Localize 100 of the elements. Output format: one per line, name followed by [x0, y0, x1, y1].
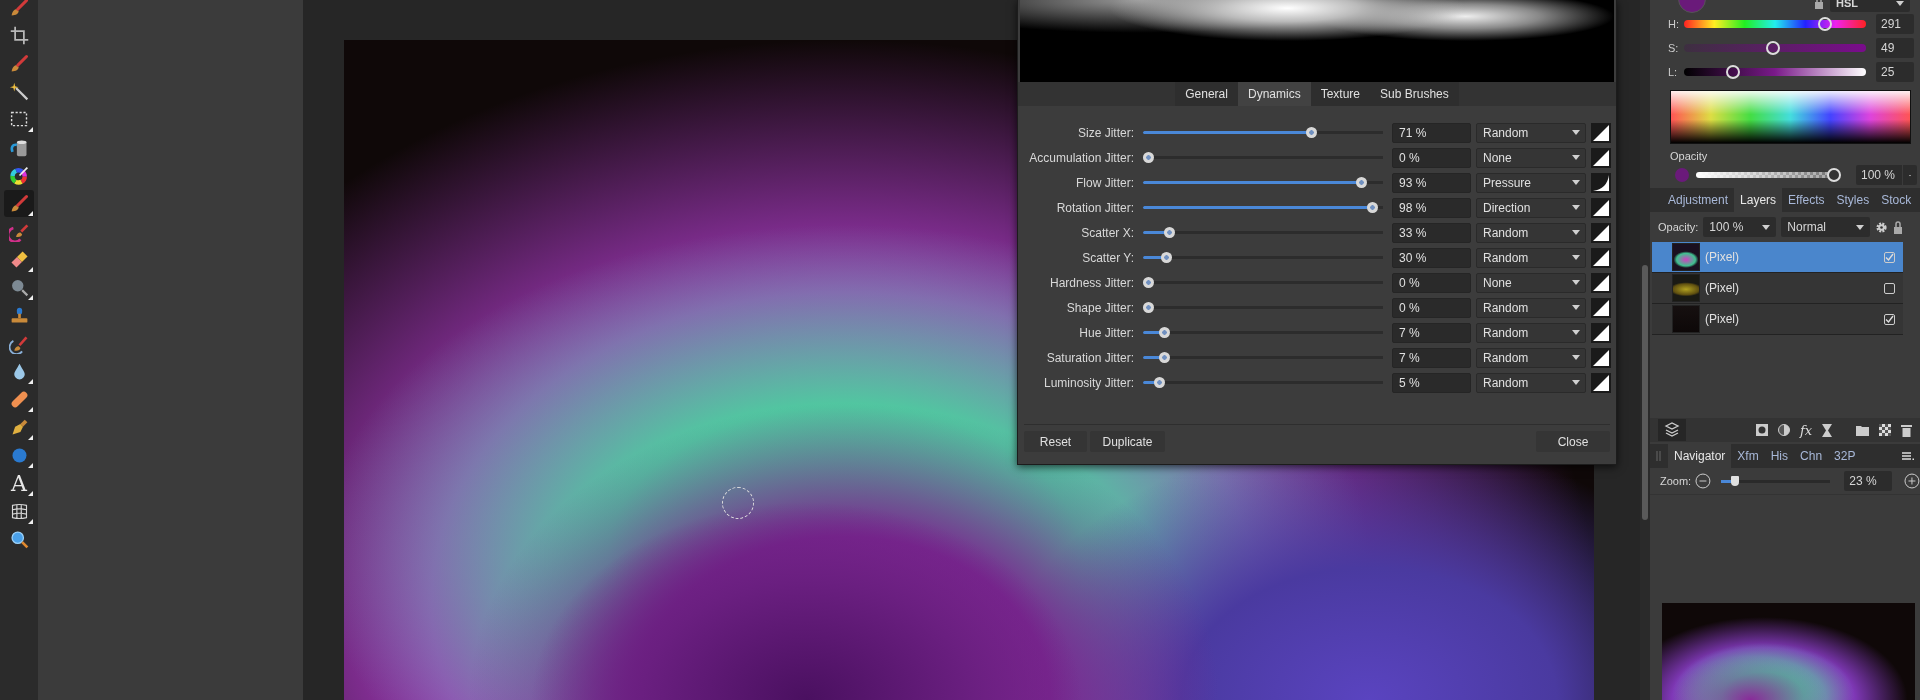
controller-dropdown[interactable]: Direction — [1476, 197, 1586, 218]
response-curve-icon[interactable] — [1591, 322, 1611, 343]
response-curve-icon[interactable] — [1591, 222, 1611, 243]
lock-icon[interactable] — [1893, 220, 1904, 234]
slider-thumb[interactable] — [1161, 252, 1173, 263]
blend-mode-dropdown[interactable]: Normal — [1781, 217, 1871, 237]
value-field[interactable]: 0 % — [1392, 272, 1471, 293]
slider-thumb[interactable] — [1163, 227, 1175, 238]
lock-icon[interactable] — [1814, 0, 1824, 9]
panel-tab[interactable]: Xfm — [1731, 444, 1765, 468]
panel-tab[interactable]: Adjustment — [1662, 188, 1735, 212]
tab[interactable]: Dynamics — [1237, 82, 1311, 106]
color-model-dropdown[interactable]: HSL — [1830, 0, 1910, 12]
slider-thumb[interactable] — [1159, 352, 1170, 363]
channel-slider-track[interactable] — [1684, 65, 1866, 79]
scrollbar[interactable] — [1640, 0, 1650, 700]
panel-tab[interactable]: Navigator — [1668, 444, 1732, 468]
panel-tab[interactable]: Layers — [1734, 188, 1783, 212]
opacity-value-field[interactable]: 100 % — [1856, 165, 1902, 185]
controller-dropdown[interactable]: Random — [1476, 297, 1586, 318]
panel-tab[interactable]: Effects — [1782, 188, 1831, 212]
slider-thumb[interactable] — [1818, 17, 1833, 31]
slider-thumb[interactable] — [1731, 476, 1740, 486]
slider-thumb[interactable] — [1159, 327, 1170, 338]
zoom-in-icon[interactable] — [1904, 473, 1920, 489]
channel-slider-track[interactable] — [1684, 41, 1866, 55]
panel-tab[interactable]: His — [1764, 444, 1795, 468]
layer-row[interactable]: (Pixel) — [1652, 304, 1903, 335]
response-curve-icon[interactable] — [1591, 347, 1611, 368]
visibility-checkbox[interactable] — [1884, 282, 1895, 294]
controller-dropdown[interactable]: Random — [1476, 372, 1586, 393]
scrollbar-thumb[interactable] — [1642, 265, 1648, 520]
gear-icon[interactable] — [1875, 220, 1889, 234]
value-field[interactable]: 0 % — [1392, 147, 1471, 168]
slider-thumb[interactable] — [1143, 277, 1154, 288]
panel-tab[interactable]: Stock — [1875, 188, 1918, 212]
response-curve-icon[interactable] — [1591, 147, 1611, 168]
response-curve-icon[interactable] — [1591, 247, 1611, 268]
slider-thumb[interactable] — [1355, 177, 1367, 188]
controller-dropdown[interactable]: Random — [1476, 222, 1586, 243]
controller-dropdown[interactable]: Random — [1476, 247, 1586, 268]
slider-thumb[interactable] — [1726, 65, 1740, 79]
visibility-checkbox[interactable] — [1884, 251, 1895, 263]
mask-icon[interactable] — [1756, 424, 1768, 436]
layer-row[interactable]: (Pixel) — [1652, 273, 1903, 304]
channel-value-field[interactable]: 49 — [1876, 38, 1914, 58]
tool-button[interactable]: A — [4, 470, 34, 497]
response-curve-icon[interactable] — [1591, 272, 1611, 293]
value-field[interactable]: 0 % — [1392, 297, 1471, 318]
response-curve-icon[interactable] — [1591, 122, 1611, 143]
slider-thumb[interactable] — [1367, 202, 1379, 213]
half-circle-icon[interactable] — [1778, 424, 1790, 436]
slider-thumb[interactable] — [1305, 127, 1317, 138]
response-curve-icon[interactable] — [1591, 372, 1611, 393]
controller-dropdown[interactable]: None — [1476, 147, 1586, 168]
controller-dropdown[interactable]: Random — [1476, 322, 1586, 343]
controller-dropdown[interactable]: Pressure — [1476, 172, 1586, 193]
panel-tab[interactable]: 32P — [1828, 444, 1862, 468]
response-curve-icon[interactable] — [1591, 297, 1611, 318]
value-field[interactable]: 71 % — [1392, 122, 1471, 143]
dialog-button[interactable]: Duplicate — [1090, 431, 1165, 452]
slider-thumb[interactable] — [1766, 41, 1781, 55]
response-curve-icon[interactable] — [1591, 197, 1611, 218]
tool-button[interactable] — [4, 190, 34, 217]
layers-stack-icon[interactable] — [1658, 419, 1686, 441]
zoom-out-icon[interactable] — [1695, 473, 1712, 489]
checkerboard-icon[interactable] — [1879, 424, 1892, 436]
value-field[interactable]: 30 % — [1392, 247, 1471, 268]
hourglass-icon[interactable] — [1822, 423, 1833, 437]
slider-thumb[interactable] — [1154, 377, 1166, 388]
value-field[interactable]: 98 % — [1392, 197, 1471, 218]
color-spectrum[interactable] — [1670, 90, 1911, 144]
dialog-button[interactable]: Reset — [1024, 431, 1087, 452]
value-field[interactable]: 7 % — [1392, 322, 1471, 343]
value-field[interactable]: 33 % — [1392, 222, 1471, 243]
fx-button[interactable]: fx — [1800, 422, 1813, 438]
channel-value-field[interactable]: 291 — [1876, 14, 1914, 34]
visibility-checkbox[interactable] — [1884, 313, 1895, 325]
value-field[interactable]: 93 % — [1392, 172, 1471, 193]
opacity-slider-track[interactable] — [1696, 168, 1841, 182]
response-curve-icon[interactable] — [1591, 172, 1611, 193]
close-button[interactable]: Close — [1536, 431, 1610, 452]
slider-thumb[interactable] — [1143, 152, 1154, 163]
controller-dropdown[interactable]: None — [1476, 272, 1586, 293]
panel-tab[interactable]: Chn — [1794, 444, 1829, 468]
slider-thumb[interactable] — [1827, 168, 1841, 182]
controller-dropdown[interactable]: Random — [1476, 122, 1586, 143]
menu-icon[interactable] — [1902, 451, 1914, 461]
grip-icon[interactable] — [1656, 451, 1662, 461]
controller-dropdown[interactable]: Random — [1476, 347, 1586, 368]
channel-slider-track[interactable] — [1684, 17, 1866, 31]
tab[interactable]: General — [1175, 82, 1238, 106]
slider-thumb[interactable] — [1143, 302, 1154, 313]
panel-tab[interactable]: Styles — [1830, 188, 1876, 212]
zoom-value-field[interactable]: 23 % — [1844, 471, 1893, 491]
opacity-dropdown[interactable]: 100 % — [1703, 217, 1777, 237]
channel-value-field[interactable]: 25 — [1876, 62, 1914, 82]
tab[interactable]: Sub Brushes — [1370, 82, 1459, 106]
value-field[interactable]: 7 % — [1392, 347, 1471, 368]
value-field[interactable]: 5 % — [1392, 372, 1471, 393]
